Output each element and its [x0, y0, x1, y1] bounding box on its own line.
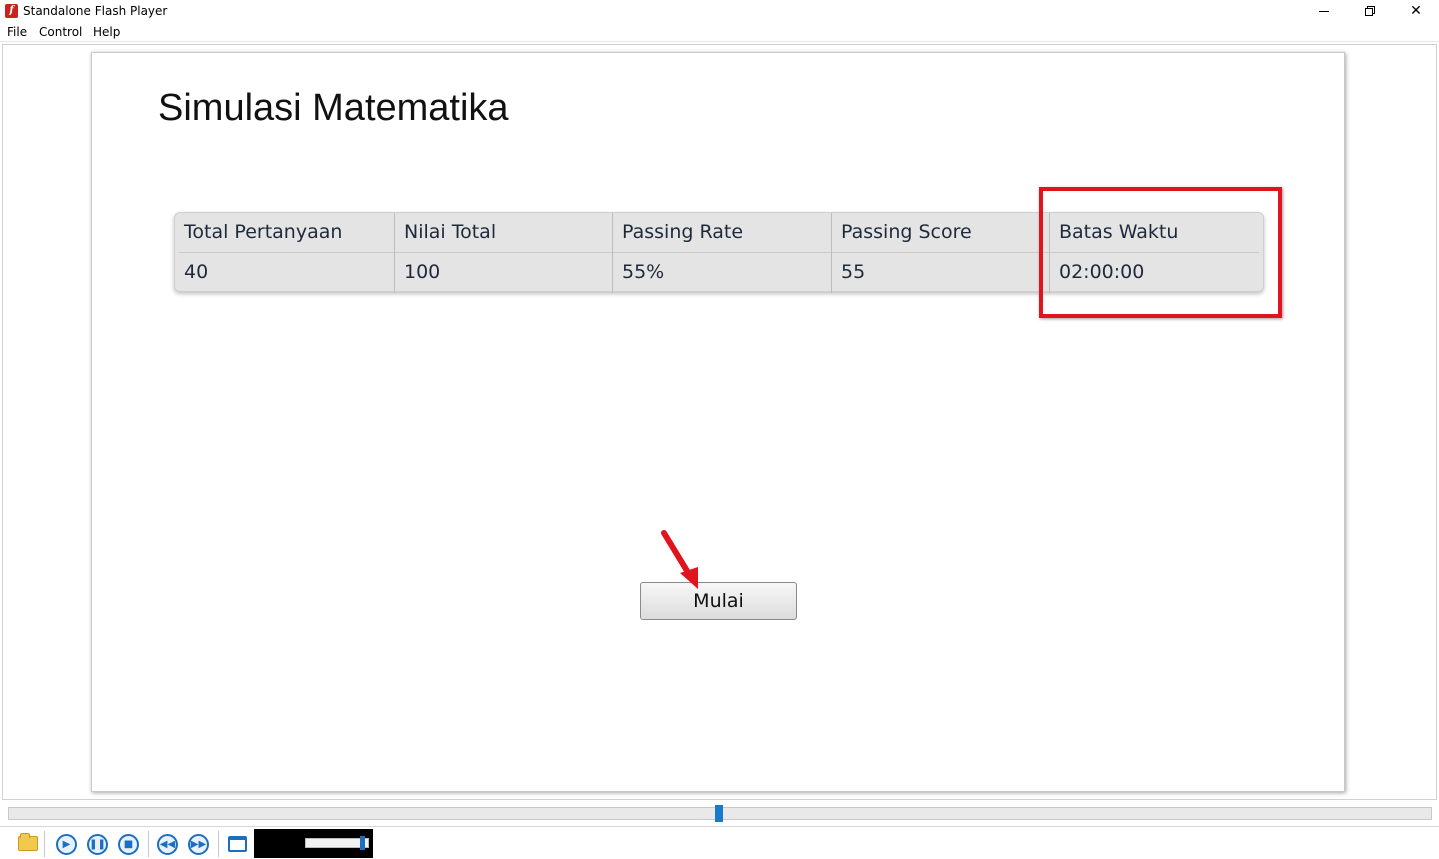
- column-header: Passing Rate: [622, 221, 744, 243]
- flash-stage: Simulasi Matematika Total Pertanyaan 40 …: [91, 52, 1345, 792]
- fast-forward-button[interactable]: ▶▶: [188, 834, 209, 855]
- volume-thumb[interactable]: [360, 836, 365, 850]
- restore-button[interactable]: [1347, 0, 1393, 22]
- column-value: 55: [841, 261, 866, 283]
- table-column-passing-score: Passing Score 55: [831, 213, 1049, 293]
- stop-icon: ■: [123, 839, 134, 850]
- table-column-passing-rate: Passing Rate 55%: [612, 213, 831, 293]
- column-value: 40: [184, 261, 209, 283]
- column-header: Total Pertanyaan: [184, 221, 343, 243]
- minimize-button[interactable]: [1301, 0, 1347, 22]
- highlight-annotation-box: [1039, 187, 1282, 318]
- timeline-thumb[interactable]: [715, 805, 723, 822]
- menu-bar: File Control Help: [0, 22, 1439, 42]
- column-value: 100: [404, 261, 441, 283]
- pause-button[interactable]: ❚❚: [87, 834, 108, 855]
- fast-forward-icon: ▶▶: [190, 839, 207, 850]
- window-title: Standalone Flash Player: [23, 4, 168, 18]
- title-bar: f Standalone Flash Player ✕: [0, 0, 1439, 22]
- open-folder-icon[interactable]: [18, 833, 38, 851]
- table-column-total-score: Nilai Total 100: [394, 213, 612, 293]
- column-header: Passing Score: [841, 221, 972, 243]
- restore-icon: [1365, 6, 1375, 16]
- close-icon: ✕: [1410, 3, 1422, 19]
- menu-control[interactable]: Control: [39, 25, 82, 39]
- fullscreen-window-icon[interactable]: [228, 836, 247, 852]
- rewind-button[interactable]: ◀◀: [157, 834, 178, 855]
- toolbar-separator: [44, 831, 45, 857]
- table-column-total-questions: Total Pertanyaan 40: [175, 213, 394, 293]
- pointer-arrow-icon: [661, 530, 698, 589]
- play-button[interactable]: ▶: [56, 834, 77, 855]
- player-toolbar: ▶ ❚❚ ■ ◀◀ ▶▶: [0, 826, 1439, 859]
- minimize-icon: [1319, 10, 1329, 12]
- toolbar-separator: [148, 831, 149, 857]
- menu-file[interactable]: File: [7, 25, 27, 39]
- pause-icon: ❚❚: [89, 839, 106, 850]
- play-icon: ▶: [62, 839, 71, 850]
- column-value: 55%: [622, 261, 665, 283]
- column-header: Nilai Total: [404, 221, 497, 243]
- flash-player-window: f Standalone Flash Player ✕ File Control…: [0, 0, 1439, 859]
- flash-app-icon: f: [5, 4, 18, 18]
- rewind-icon: ◀◀: [159, 839, 176, 850]
- stop-button[interactable]: ■: [118, 834, 139, 855]
- page-title: Simulasi Matematika: [158, 87, 509, 129]
- close-button[interactable]: ✕: [1393, 0, 1439, 22]
- menu-help[interactable]: Help: [93, 25, 120, 39]
- toolbar-separator: [218, 831, 219, 857]
